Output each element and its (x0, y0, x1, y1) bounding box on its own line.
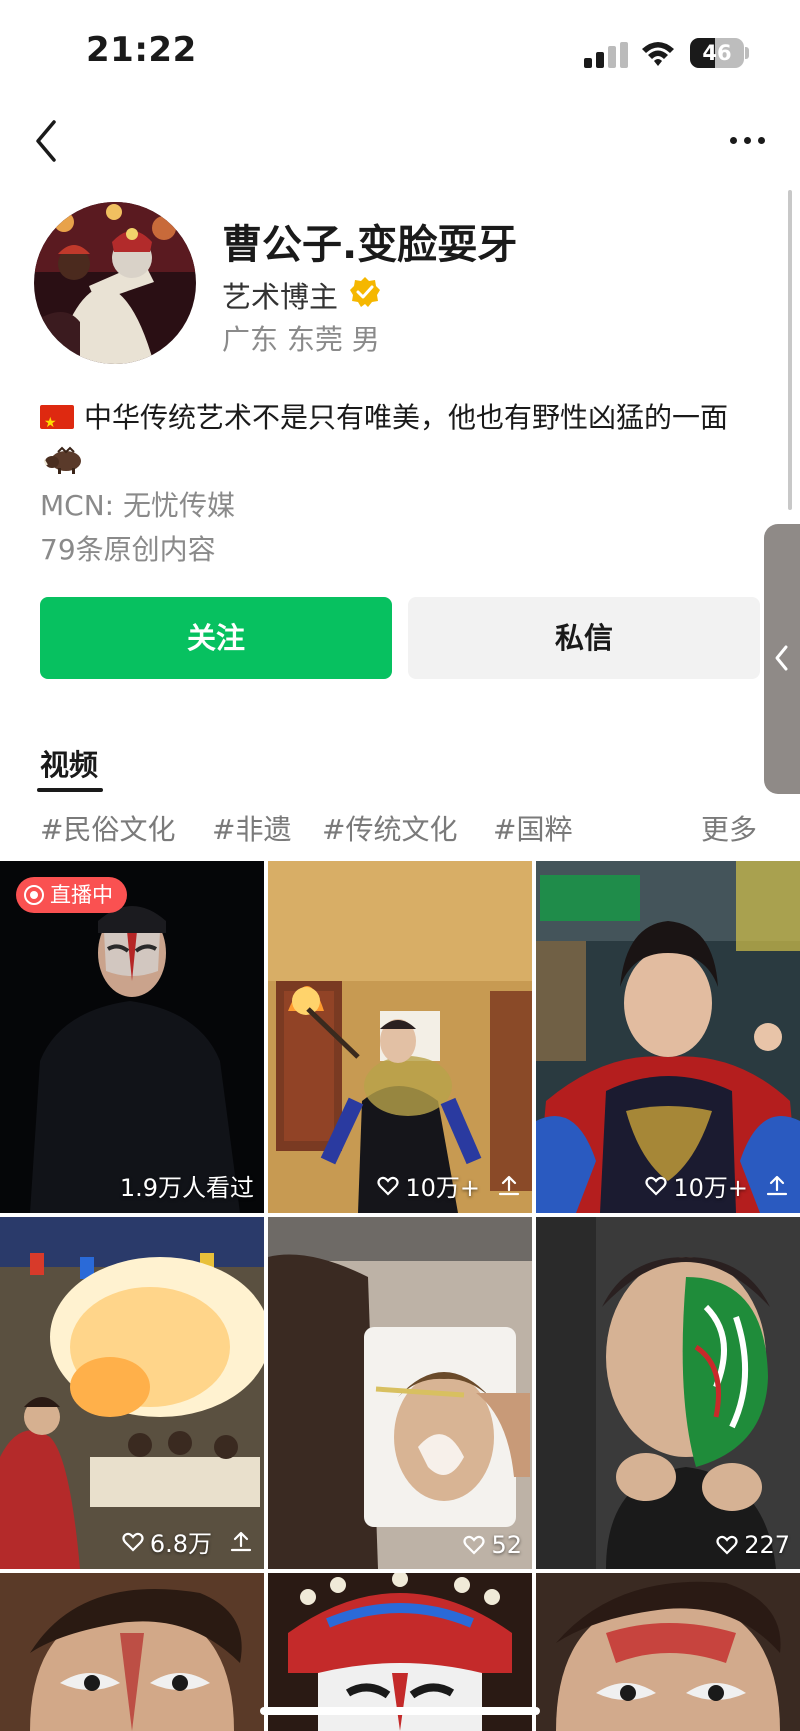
tag-item[interactable]: #民俗文化 (40, 808, 175, 848)
message-button[interactable]: 私信 (408, 597, 760, 679)
battery-level: 46 (702, 41, 732, 65)
heart-icon (463, 1535, 486, 1555)
profile-role: 艺术博主 (222, 280, 339, 314)
video-thumbnail (536, 1573, 800, 1731)
more-button[interactable] (726, 124, 770, 158)
avatar[interactable] (34, 202, 196, 364)
share-icon (230, 1531, 252, 1551)
like-count: 10万+ (405, 1174, 480, 1202)
video-tile[interactable]: 6.8万 (0, 1217, 264, 1569)
heart-icon (645, 1176, 667, 1196)
like-count: 6.8万 (149, 1530, 212, 1558)
like-count: 52 (491, 1531, 522, 1559)
share-icon (766, 1175, 788, 1195)
video-tile[interactable] (0, 1573, 264, 1731)
video-thumbnail (0, 1573, 264, 1731)
video-tile[interactable]: 227 (536, 1217, 800, 1569)
video-thumbnail (0, 1217, 264, 1569)
tags-more-button[interactable]: 更多 (701, 808, 757, 848)
tag-item[interactable]: #传统文化 (322, 808, 457, 848)
video-stat: 10万+ (645, 1168, 790, 1203)
tab-videos[interactable]: 视频 (40, 742, 98, 784)
video-tile[interactable]: 10万+ (268, 861, 532, 1213)
follow-button[interactable]: 关注 (40, 597, 392, 679)
tab-active-indicator (37, 788, 103, 792)
video-tile[interactable]: 52 (268, 1217, 532, 1569)
wifi-icon (642, 42, 674, 66)
boar-icon (44, 446, 81, 474)
original-content-count: 79条原创内容 (40, 533, 216, 566)
scroll-indicator[interactable] (788, 190, 792, 510)
profile-location: 广东 东莞 男 (222, 323, 380, 356)
battery-cap (745, 47, 749, 59)
status-bar: 21:22 46 (0, 0, 800, 100)
battery-icon: 46 (690, 38, 744, 68)
mcn-label: MCN: 无忧传媒 (40, 489, 235, 522)
live-icon (24, 885, 44, 905)
tag-item[interactable]: #非遗 (212, 808, 291, 848)
profile-bio: 中华传统艺术不是只有唯美，他也有野性凶猛的一面 (40, 396, 760, 482)
video-stat: 227 (716, 1531, 790, 1559)
video-thumbnail (536, 1217, 800, 1569)
video-tile[interactable]: 直播中 1.9万人看过 (0, 861, 264, 1213)
bio-text: 中华传统艺术不是只有唯美，他也有野性凶猛的一面 (84, 401, 729, 434)
share-icon (498, 1175, 520, 1195)
video-thumbnail (536, 861, 800, 1213)
video-thumbnail (268, 861, 532, 1213)
heart-icon (122, 1532, 144, 1552)
cellular-signal-icon (584, 42, 628, 68)
like-count: 227 (744, 1531, 790, 1559)
video-thumbnail (268, 1217, 532, 1569)
verified-icon (350, 277, 380, 307)
live-badge: 直播中 (16, 877, 127, 913)
profile-name: 曹公子.变脸耍牙 (222, 222, 518, 268)
home-indicator[interactable] (260, 1707, 540, 1715)
back-button[interactable] (26, 116, 66, 166)
side-drawer-handle[interactable] (764, 524, 800, 794)
live-label: 直播中 (50, 883, 113, 907)
tag-item[interactable]: #国粹 (493, 808, 572, 848)
chevron-left-icon (775, 645, 788, 671)
status-time: 21:22 (86, 30, 197, 70)
china-flag-icon (40, 402, 74, 445)
video-stat: 6.8万 (122, 1524, 254, 1559)
video-tile[interactable]: 10万+ (536, 861, 800, 1213)
avatar-image (34, 202, 196, 364)
video-stat: 52 (463, 1531, 522, 1559)
heart-icon (377, 1176, 399, 1196)
video-tile[interactable] (536, 1573, 800, 1731)
video-thumbnail (0, 861, 264, 1213)
heart-icon (716, 1535, 738, 1555)
like-count: 10万+ (673, 1174, 748, 1202)
video-stat: 10万+ (377, 1168, 522, 1203)
video-stat: 1.9万人看过 (120, 1168, 254, 1203)
view-count: 1.9万人看过 (119, 1174, 254, 1202)
